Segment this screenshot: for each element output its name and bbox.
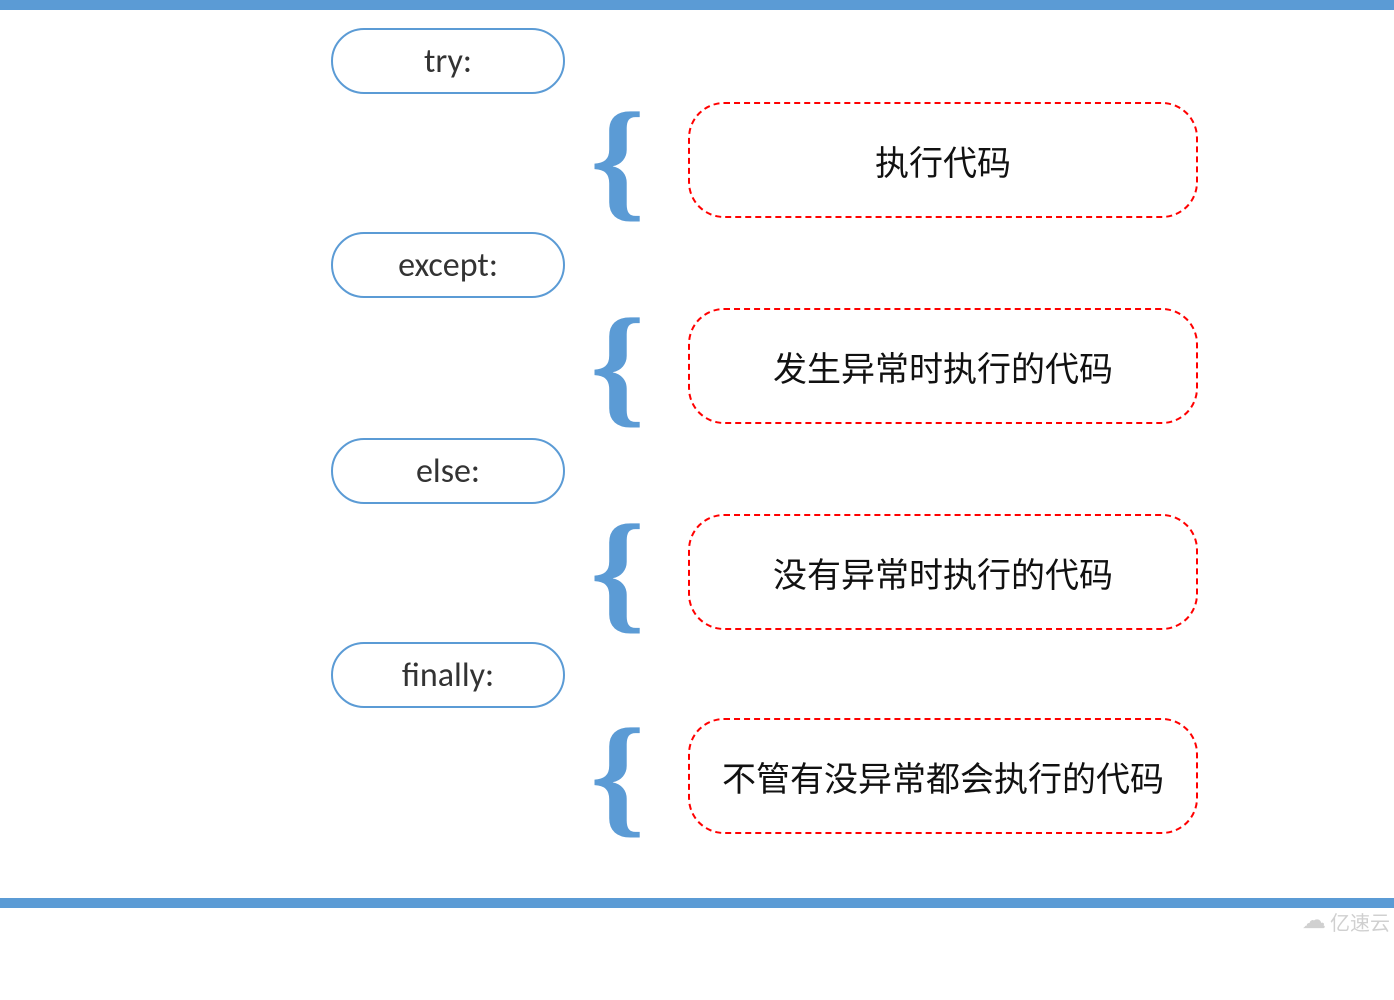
keyword-else: else:	[331, 438, 565, 504]
brace-icon: {	[590, 94, 645, 227]
brace-icon: {	[590, 300, 645, 433]
brace-icon: {	[590, 710, 645, 843]
keyword-label: finally:	[402, 655, 494, 696]
description-try: 执行代码	[688, 102, 1198, 218]
keyword-label: try:	[424, 41, 472, 82]
watermark-text: 亿速云	[1330, 907, 1390, 936]
description-label: 发生异常时执行的代码	[773, 342, 1113, 391]
keyword-finally: finally:	[331, 642, 565, 708]
description-finally: 不管有没异常都会执行的代码	[688, 718, 1198, 834]
description-label: 执行代码	[875, 136, 1011, 185]
keyword-label: except:	[398, 245, 498, 286]
keyword-except: except:	[331, 232, 565, 298]
description-label: 不管有没异常都会执行的代码	[722, 752, 1164, 801]
keyword-label: else:	[416, 451, 480, 492]
cloud-icon: ☁	[1302, 909, 1326, 933]
watermark: ☁ 亿速云	[1302, 904, 1390, 938]
brace-icon: {	[590, 506, 645, 639]
exception-flow-diagram: try: { 执行代码 except: { 发生异常时执行的代码 else: {…	[0, 10, 1394, 890]
description-label: 没有异常时执行的代码	[773, 548, 1113, 597]
bottom-divider	[0, 898, 1394, 908]
description-else: 没有异常时执行的代码	[688, 514, 1198, 630]
description-except: 发生异常时执行的代码	[688, 308, 1198, 424]
keyword-try: try:	[331, 28, 565, 94]
top-divider	[0, 0, 1394, 10]
